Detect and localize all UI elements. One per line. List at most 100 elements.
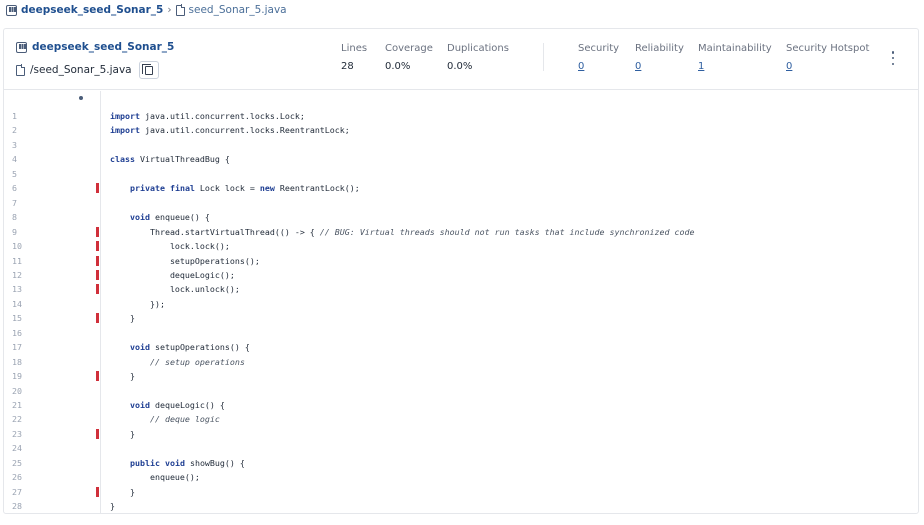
line-number[interactable]: 21 xyxy=(12,400,22,410)
breadcrumb-file-link[interactable]: seed_Sonar_5.java xyxy=(189,4,287,16)
source-viewer-header: deepseek_seed_Sonar_5 /seed_Sonar_5.java… xyxy=(4,29,918,90)
code-text: public void showBug() { xyxy=(129,457,245,468)
code-line: 27 } xyxy=(4,486,918,497)
issue-count-link[interactable]: 0 xyxy=(635,61,641,72)
code-line: 18 // setup operations xyxy=(4,357,918,367)
issue-security: Security 0 xyxy=(578,43,619,72)
line-number[interactable]: 25 xyxy=(12,458,22,468)
metric-label: Lines xyxy=(341,43,368,54)
line-number[interactable]: 2 xyxy=(12,125,17,135)
issue-marker[interactable] xyxy=(96,183,99,194)
code-line: 13 lock.unlock(); xyxy=(4,284,918,295)
code-line: 24 xyxy=(4,443,918,453)
code-line: 16 xyxy=(4,328,918,338)
header-file: /seed_Sonar_5.java xyxy=(16,61,159,79)
code-text: lock.unlock(); xyxy=(110,284,240,295)
issue-count-link[interactable]: 1 xyxy=(698,61,704,72)
code-text: void enqueue() { xyxy=(129,212,210,223)
file-icon xyxy=(175,4,185,16)
code-line: 12 dequeLogic(); xyxy=(4,269,918,280)
issue-marker[interactable] xyxy=(96,284,99,295)
code-text: } xyxy=(110,371,135,382)
header-file-path: /seed_Sonar_5.java xyxy=(30,64,132,76)
issue-marker[interactable] xyxy=(96,269,99,280)
issue-count-link[interactable]: 0 xyxy=(578,61,584,72)
issue-marker[interactable] xyxy=(96,428,99,439)
issue-marker[interactable] xyxy=(96,313,99,324)
line-number[interactable]: 27 xyxy=(12,487,22,497)
copy-path-button[interactable] xyxy=(138,61,159,79)
breadcrumb-separator: › xyxy=(167,4,172,16)
code-line: 5 xyxy=(4,169,918,179)
line-number[interactable]: 19 xyxy=(12,371,22,381)
line-number[interactable]: 20 xyxy=(12,386,22,396)
code-text: void dequeLogic() { xyxy=(129,400,225,410)
line-number[interactable]: 3 xyxy=(12,140,17,150)
code-text: // deque logic xyxy=(149,414,220,425)
issue-marker[interactable] xyxy=(96,486,99,497)
code-line: 22 // deque logic xyxy=(4,414,918,424)
line-number[interactable]: 10 xyxy=(12,241,22,251)
code-line: 10 lock.lock(); xyxy=(4,241,918,252)
code-line: 15 } xyxy=(4,313,918,324)
code-text: setupOperations(); xyxy=(110,255,260,266)
line-number[interactable]: 1 xyxy=(12,111,17,121)
metric-duplications: Duplications 0.0% xyxy=(447,43,509,72)
breadcrumb-project-link[interactable]: deepseek_seed_Sonar_5 xyxy=(21,4,163,16)
code-line: 1 import java.util.concurrent.locks.Lock; xyxy=(4,111,918,121)
issue-security-hotspot: Security Hotspot 0 xyxy=(786,43,869,72)
line-number[interactable]: 5 xyxy=(12,169,17,179)
metric-value: 28 xyxy=(341,61,354,72)
more-options-icon[interactable] xyxy=(888,51,898,65)
code-text: } xyxy=(110,486,135,497)
line-number[interactable]: 4 xyxy=(12,154,17,164)
code-line: 25 public void showBug() { xyxy=(4,458,918,468)
code-text: private final Lock lock = new ReentrantL… xyxy=(129,183,360,194)
issue-count-link[interactable]: 0 xyxy=(786,61,792,72)
line-number[interactable]: 17 xyxy=(12,342,22,352)
line-number[interactable]: 12 xyxy=(12,270,22,280)
code-text: } xyxy=(110,501,115,512)
issue-marker[interactable] xyxy=(96,226,99,237)
copy-icon xyxy=(141,63,153,75)
issue-label: Security xyxy=(578,43,620,54)
code-line: 17 void setupOperations() { xyxy=(4,342,918,352)
line-number[interactable]: 11 xyxy=(12,256,22,266)
code-line: 26 enqueue(); xyxy=(4,472,918,482)
scm-dot-icon xyxy=(79,96,83,100)
line-number[interactable]: 26 xyxy=(12,472,22,482)
issue-marker[interactable] xyxy=(96,255,99,266)
line-number[interactable]: 8 xyxy=(12,212,17,222)
line-number[interactable]: 7 xyxy=(12,198,17,208)
code-line: 9 Thread.startVirtualThread(() -> { // B… xyxy=(4,226,918,237)
line-number[interactable]: 22 xyxy=(12,414,22,424)
line-number[interactable]: 13 xyxy=(12,284,22,294)
line-number[interactable]: 28 xyxy=(12,501,22,511)
line-number[interactable]: 9 xyxy=(12,227,17,237)
issue-marker[interactable] xyxy=(96,371,99,382)
header-project-link[interactable]: deepseek_seed_Sonar_5 xyxy=(32,41,174,53)
line-number[interactable]: 6 xyxy=(12,183,17,193)
project-icon xyxy=(16,41,27,53)
issue-marker[interactable] xyxy=(96,241,99,252)
file-icon xyxy=(16,64,26,76)
project-icon xyxy=(6,4,17,16)
code-line: 8 void enqueue() { xyxy=(4,212,918,222)
line-number[interactable]: 18 xyxy=(12,357,22,367)
metric-coverage: Coverage 0.0% xyxy=(385,43,433,72)
breadcrumb: deepseek_seed_Sonar_5 › seed_Sonar_5.jav… xyxy=(6,3,287,17)
issue-label: Security Hotspot xyxy=(786,43,870,54)
code-viewer: 1 import java.util.concurrent.locks.Lock;… xyxy=(4,91,918,513)
code-line: 28} xyxy=(4,501,918,511)
code-line: 6 private final Lock lock = new Reentran… xyxy=(4,183,918,194)
line-number[interactable]: 15 xyxy=(12,313,22,323)
issue-reliability: Reliability 0 xyxy=(635,43,684,72)
code-line: 4 class VirtualThreadBug { xyxy=(4,154,918,164)
source-viewer: deepseek_seed_Sonar_5 /seed_Sonar_5.java… xyxy=(3,28,919,514)
line-number[interactable]: 14 xyxy=(12,299,22,309)
line-number[interactable]: 23 xyxy=(12,429,22,439)
code-line: 2 import java.util.concurrent.locks.Reent… xyxy=(4,125,918,135)
issue-label: Reliability xyxy=(635,43,684,54)
line-number[interactable]: 16 xyxy=(12,328,22,338)
line-number[interactable]: 24 xyxy=(12,443,22,453)
